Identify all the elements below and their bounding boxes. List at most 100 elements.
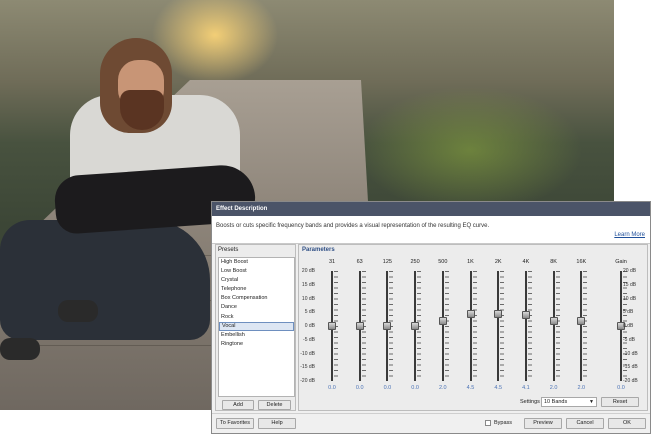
eq-band-8k: 8K 2.0 — [542, 257, 566, 397]
slider-track — [441, 271, 444, 381]
to-favorites-button[interactable]: To Favorites — [216, 418, 254, 429]
gain-scale-label: 15 dB — [623, 281, 637, 288]
preset-item[interactable]: Low Boost — [219, 267, 294, 276]
slider-thumb[interactable] — [383, 322, 392, 330]
slider-ticks — [472, 271, 477, 381]
gain-scale-label: -15 dB — [623, 364, 638, 371]
eq-band-16k: 16K 2.0 — [569, 257, 593, 397]
eq-band-125: 125 0.0 — [375, 257, 399, 397]
slider-thumb[interactable] — [577, 316, 586, 325]
db-scale-label: 10 dB — [301, 295, 315, 302]
band-frequency-label: 500 — [438, 259, 448, 265]
settings-dropdown[interactable]: 10 Bands ▼ — [541, 397, 597, 407]
slider-ticks — [527, 271, 532, 381]
effect-dialog: Effect Description Boosts or cuts specif… — [211, 201, 651, 434]
slider-ticks — [444, 271, 449, 381]
slider-thumb[interactable] — [466, 309, 475, 318]
preset-item[interactable]: Rock — [219, 313, 294, 322]
db-scale-label: -5 dB — [303, 336, 315, 343]
slider-ticks — [500, 271, 505, 381]
preset-list[interactable]: High Boost Low Boost Crystal Telephone Box C… — [218, 257, 295, 397]
band-value: 2.0 — [549, 385, 558, 391]
slider-thumb[interactable] — [549, 316, 558, 325]
preview-button[interactable]: Preview — [524, 418, 562, 429]
preset-item[interactable]: Dance — [219, 303, 294, 312]
preset-item[interactable]: Ringtone — [219, 340, 294, 349]
slider-thumb[interactable] — [494, 309, 503, 318]
bypass-label: Bypass — [494, 420, 513, 426]
slider-track — [524, 271, 527, 381]
band-frequency-label: 1K — [467, 259, 474, 265]
reset-button[interactable]: Reset — [601, 397, 639, 407]
band-frequency-label: 63 — [356, 259, 363, 265]
preset-item[interactable]: Embellish — [219, 331, 294, 340]
delete-preset-button[interactable]: Delete — [258, 400, 291, 410]
band-frequency-label: 31 — [328, 259, 336, 265]
band-value: 4.5 — [494, 385, 503, 391]
eq-band-4k: 4K 4.1 — [514, 257, 538, 397]
eq-band-250: 250 0.0 — [403, 257, 427, 397]
gain-scale-label: -5 dB — [623, 336, 635, 343]
slider-track — [552, 271, 555, 381]
band-value: 0.0 — [355, 385, 364, 391]
bypass-checkbox[interactable] — [485, 420, 491, 426]
band-frequency-label: 2K — [494, 259, 502, 265]
band-value: 2.0 — [577, 385, 586, 391]
gain-scale-label: 10 dB — [623, 295, 637, 302]
preset-item[interactable]: Vocal — [219, 321, 294, 331]
slider-track — [580, 271, 583, 381]
db-scale-label: 20 dB — [301, 268, 315, 274]
chevron-down-icon: ▼ — [589, 399, 594, 405]
dialog-title: Effect Description — [212, 202, 650, 216]
slider-thumb[interactable] — [521, 310, 530, 319]
preset-item[interactable]: High Boost — [219, 258, 294, 267]
band-frequency-label: 250 — [410, 259, 420, 265]
db-scale-label: -15 dB — [300, 364, 315, 371]
eq-band-2k: 2K 4.5 — [486, 257, 510, 397]
db-scale-label: 5 dB — [304, 309, 315, 316]
presets-panel: Presets High Boost Low Boost Crystal Teleph… — [215, 244, 296, 411]
band-value: 0.0 — [383, 385, 392, 391]
effect-description: Boosts or cuts specific frequency bands … — [216, 223, 490, 229]
description-area: Boosts or cuts specific frequency bands … — [212, 216, 650, 244]
slider-ticks — [583, 271, 588, 381]
slider-thumb[interactable] — [355, 322, 364, 330]
eq-band-1k: 1K 4.5 — [459, 257, 483, 397]
band-value: 4.5 — [466, 385, 475, 391]
band-frequency-label: 4K — [522, 259, 530, 265]
presets-header: Presets — [218, 247, 239, 253]
ok-button[interactable]: OK — [608, 418, 646, 429]
band-frequency-label: 125 — [382, 259, 392, 265]
slider-ticks — [555, 271, 560, 381]
parameters-header: Parameters — [302, 247, 335, 253]
band-value: 0.0 — [328, 385, 336, 391]
slider-thumb[interactable] — [328, 322, 336, 330]
eq-band-63: 63 0.0 — [348, 257, 372, 397]
db-scale-label: -10 dB — [300, 350, 315, 357]
band-frequency-label: 16K — [576, 259, 587, 265]
preset-item[interactable]: Crystal — [219, 276, 294, 285]
slider-track — [497, 271, 500, 381]
band-value: 0.0 — [411, 385, 419, 391]
help-button[interactable]: Help — [258, 418, 296, 429]
cancel-button[interactable]: Cancel — [566, 418, 604, 429]
learn-more-link[interactable]: Learn More — [614, 232, 645, 238]
gain-scale-label: 20 dB — [623, 268, 637, 274]
add-preset-button[interactable]: Add — [222, 400, 254, 410]
footer-divider — [212, 413, 650, 414]
eq-band-500: 500 2.0 — [431, 257, 455, 397]
preset-item[interactable]: Telephone — [219, 285, 294, 294]
gain-scale-label: 5 dB — [623, 309, 634, 316]
db-scale-label: 0 dB — [304, 323, 315, 329]
gain-scale-label: -20 dB — [623, 378, 638, 384]
slider-thumb[interactable] — [438, 316, 447, 325]
band-value: 2.0 — [438, 385, 447, 391]
db-scale-label: 15 dB — [301, 281, 315, 288]
gain-value: 0.0 — [617, 385, 625, 391]
slider-track — [469, 271, 472, 381]
eq-band-31: 31 0.0 — [320, 257, 344, 397]
band-frequency-label: 8K — [550, 259, 557, 265]
slider-thumb[interactable] — [411, 322, 420, 330]
settings-label: Settings — [520, 399, 540, 405]
preset-item[interactable]: Box Compensation — [219, 294, 294, 303]
